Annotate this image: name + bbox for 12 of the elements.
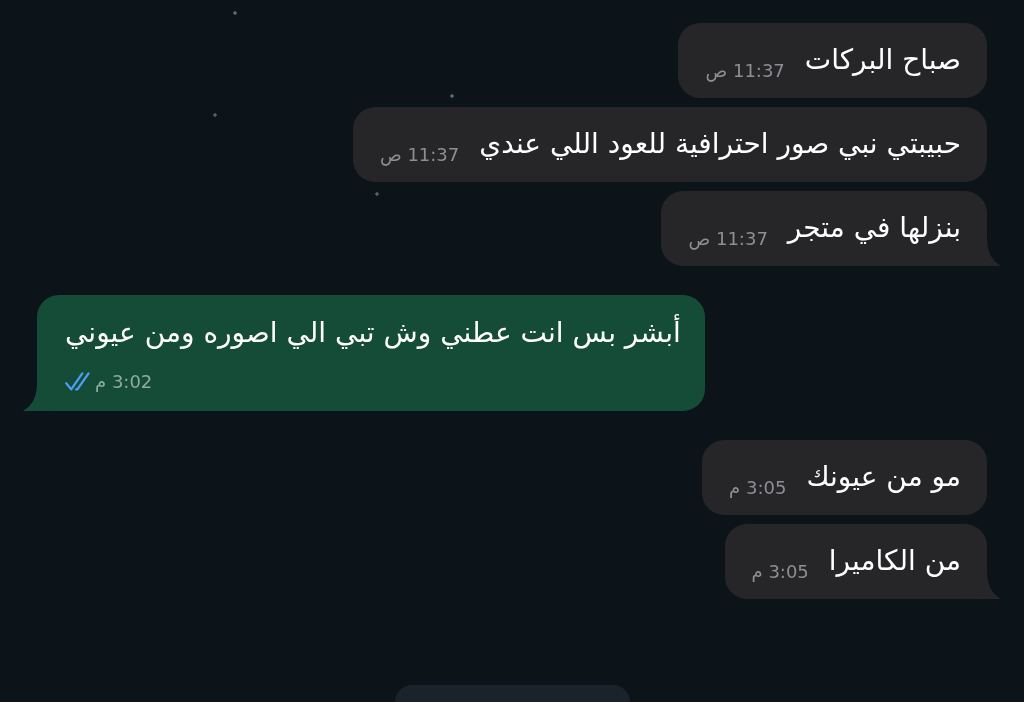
message-time: 3:05 م — [729, 477, 787, 499]
message-time: 11:37 ص — [705, 60, 785, 82]
message-time: 11:37 ص — [379, 144, 460, 166]
message-text: مو من عيونك — [806, 459, 961, 495]
message-text: بنزلها في متجر — [787, 210, 961, 246]
message-text: أبشر بس انت عطني وش تبي الي اصوره ومن عيوني — [65, 315, 681, 351]
message-time: 11:37 ص — [688, 228, 768, 250]
message-time: 3:02 م — [95, 371, 153, 393]
message-text: حبيبتي نبي صور احترافية للعود اللي عندي — [479, 126, 961, 162]
message-text: من الكاميرا — [828, 543, 961, 579]
message-text: صباح البركات — [804, 42, 961, 78]
message-time: 3:05 م — [751, 561, 809, 583]
